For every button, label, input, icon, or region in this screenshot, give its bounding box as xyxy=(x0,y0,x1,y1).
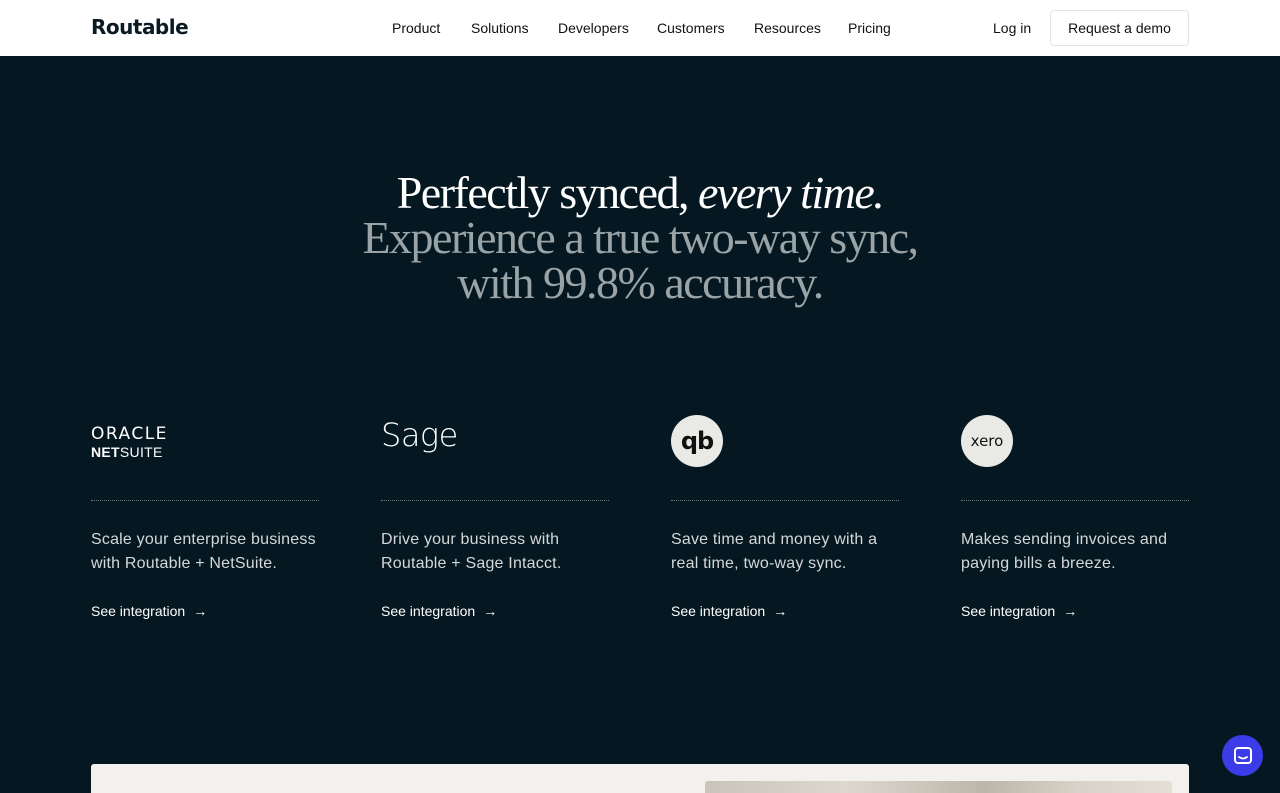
divider xyxy=(91,500,319,501)
chat-bubble-icon xyxy=(1233,746,1252,764)
feature-image xyxy=(705,781,1172,793)
link-label: See integration xyxy=(961,603,1056,619)
divider xyxy=(961,500,1189,501)
integration-card-netsuite: ORACLE NETSUITE Scale your enterprise bu… xyxy=(91,414,319,619)
link-label: See integration xyxy=(671,603,766,619)
see-integration-link[interactable]: See integration → xyxy=(671,603,787,619)
integration-card-quickbooks: qb Save time and money with a real time,… xyxy=(671,414,899,619)
routable-logo[interactable]: Routable xyxy=(91,15,189,39)
sage-wordmark: Sage xyxy=(381,416,458,454)
netsuite-logo: ORACLE NETSUITE xyxy=(91,414,319,468)
integration-description: Drive your business with Routable + Sage… xyxy=(381,531,562,572)
divider xyxy=(671,500,899,501)
sage-logo: Sage xyxy=(381,414,609,468)
arrow-right-icon: → xyxy=(773,603,788,619)
nav-developers[interactable]: Developers xyxy=(558,20,629,36)
see-integration-link[interactable]: See integration → xyxy=(961,603,1077,619)
nav-pricing[interactable]: Pricing xyxy=(848,20,891,36)
hero-line-1-plain: Perfectly synced, xyxy=(396,167,698,218)
integration-card-sage: Sage Drive your business with Routable +… xyxy=(381,414,609,619)
netsuite-net: NET xyxy=(91,444,120,460)
nav-solutions[interactable]: Solutions xyxy=(471,20,529,36)
see-integration-link[interactable]: See integration → xyxy=(91,603,207,619)
hero-line-2: Experience a true two-way sync, xyxy=(362,212,919,263)
chat-launcher-button[interactable] xyxy=(1222,735,1263,776)
integration-description: Scale your enterprise business with Rout… xyxy=(91,531,316,572)
site-header: Routable Product Solutions Developers Cu… xyxy=(0,0,1280,56)
hero-line-1: Perfectly synced, every time. xyxy=(0,167,1280,218)
hero-heading: Perfectly synced, every time. Experience… xyxy=(0,167,1280,308)
xero-logo: xero xyxy=(961,414,1189,468)
login-link[interactable]: Log in xyxy=(993,20,1031,36)
arrow-right-icon: → xyxy=(193,603,208,619)
hero-line-1-italic: every time. xyxy=(698,167,885,218)
link-label: See integration xyxy=(91,603,186,619)
integration-description: Save time and money with a real time, tw… xyxy=(671,531,878,572)
netsuite-wordmark: NETSUITE xyxy=(91,444,168,460)
nav-customers[interactable]: Customers xyxy=(657,20,725,36)
link-label: See integration xyxy=(381,603,476,619)
hero-line-3: with 99.8% accuracy. xyxy=(457,257,824,308)
qb-mark: qb xyxy=(680,427,714,455)
integration-card-xero: xero Makes sending invoices and paying b… xyxy=(961,414,1189,619)
arrow-right-icon: → xyxy=(483,603,498,619)
integration-description: Makes sending invoices and paying bills … xyxy=(961,531,1168,572)
arrow-right-icon: → xyxy=(1063,603,1078,619)
request-demo-button[interactable]: Request a demo xyxy=(1050,10,1189,46)
see-integration-link[interactable]: See integration → xyxy=(381,603,497,619)
quickbooks-logo: qb xyxy=(671,414,899,468)
nav-product[interactable]: Product xyxy=(392,20,440,36)
nav-resources[interactable]: Resources xyxy=(754,20,821,36)
oracle-wordmark: ORACLE xyxy=(91,424,168,444)
xero-wordmark: xero xyxy=(970,432,1004,450)
netsuite-suite: SUITE xyxy=(119,444,163,460)
divider xyxy=(381,500,609,501)
